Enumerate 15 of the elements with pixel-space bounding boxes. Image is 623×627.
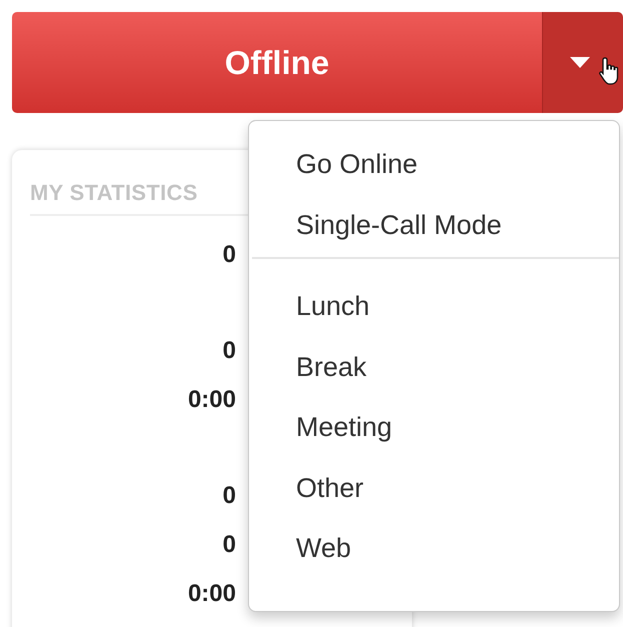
dropdown-toggle[interactable] xyxy=(543,12,623,113)
stat-value: 0 xyxy=(222,530,236,560)
menu-item[interactable]: Break xyxy=(249,346,619,407)
hand-cursor-icon xyxy=(599,56,621,86)
status-button[interactable]: Offline xyxy=(12,12,543,113)
stat-value: 0 xyxy=(222,336,236,366)
menu-item[interactable]: Meeting xyxy=(249,407,619,468)
menu-item[interactable]: Lunch xyxy=(249,286,619,346)
menu-item[interactable]: Other xyxy=(249,468,619,528)
stat-value: 0:00 xyxy=(188,579,236,609)
stat-value: 0:00 xyxy=(188,385,236,415)
menu-item[interactable]: Web xyxy=(249,528,619,588)
stat-value: 0 xyxy=(222,481,236,511)
stat-value: 0 xyxy=(222,240,236,270)
caret-icon xyxy=(570,57,590,68)
